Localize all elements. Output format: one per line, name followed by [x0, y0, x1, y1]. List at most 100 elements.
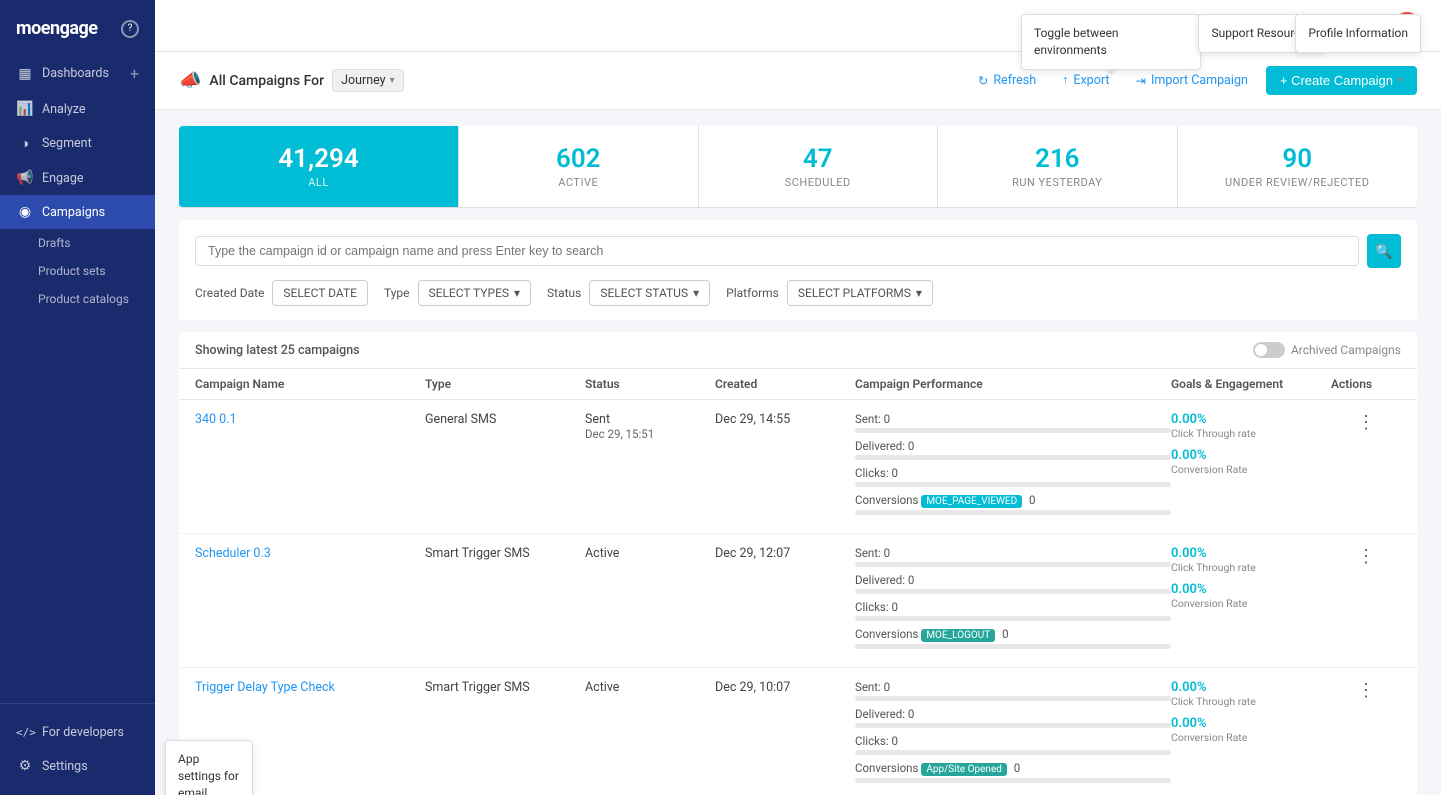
perf-clicks-1: Clicks: 0 — [855, 600, 1171, 621]
sidebar-item-analyze[interactable]: 📊 Analyze — [0, 92, 155, 126]
stat-run-yesterday-number: 216 — [958, 144, 1157, 174]
refresh-button[interactable]: ↻ Refresh — [970, 68, 1044, 94]
stat-all[interactable]: 41,294 ALL — [179, 126, 459, 207]
campaign-perf-0: Sent: 0 Delivered: 0 Clicks: 0 — [855, 412, 1171, 521]
goal-conv-2: 0.00% — [1171, 716, 1331, 731]
actions-menu-2[interactable]: ⋮ — [1331, 680, 1401, 701]
campaign-status-2: Active — [585, 680, 715, 695]
campaign-goals-2: 0.00% Click Through rate 0.00% Conversio… — [1171, 680, 1331, 744]
sidebar-item-segment-label: Segment — [42, 136, 92, 151]
refresh-label: Refresh — [993, 73, 1036, 88]
sidebar-item-engage-label: Engage — [42, 171, 83, 186]
sidebar-item-product-catalogs[interactable]: Product catalogs — [38, 285, 155, 313]
campaign-status-sub-0: Dec 29, 15:51 — [585, 427, 715, 441]
campaign-name-0[interactable]: 340 0.1 — [195, 412, 237, 427]
sidebar-item-campaigns[interactable]: ◉ Campaigns — [0, 195, 155, 229]
goal-ctr-label-1: Click Through rate — [1171, 561, 1331, 574]
sidebar-item-engage[interactable]: 📢 Engage — [0, 161, 155, 195]
goal-ctr-0: 0.00% — [1171, 412, 1331, 427]
conv-tag-0: MOE_PAGE_VIEWED — [921, 495, 1022, 508]
archived-toggle[interactable]: Archived Campaigns — [1253, 342, 1401, 358]
topnav: Toggle between environments Support Reso… — [155, 0, 1441, 52]
table-showing-text: Showing latest 25 campaigns — [195, 343, 360, 358]
search-input[interactable] — [195, 236, 1359, 266]
th-type: Type — [425, 377, 585, 391]
export-icon: ↑ — [1062, 73, 1068, 88]
stat-active[interactable]: 602 ACTIVE — [459, 126, 699, 207]
perf-sent-0: Sent: 0 — [855, 412, 1171, 433]
campaign-created-1: Dec 29, 12:07 — [715, 546, 855, 561]
table-row-1: Scheduler 0.3 Smart Trigger SMS Active D… — [179, 534, 1417, 667]
analyze-icon: 📊 — [16, 101, 34, 117]
filter-type-select[interactable]: SELECT TYPES ▾ — [418, 280, 532, 306]
sidebar-item-product-sets[interactable]: Product sets — [38, 257, 155, 285]
campaign-actions: ↻ Refresh ↑ Export ⇥ Import Campaign + C… — [970, 66, 1417, 95]
th-status: Status — [585, 377, 715, 391]
stat-all-number: 41,294 — [199, 144, 438, 174]
stat-under-review-number: 90 — [1198, 144, 1398, 174]
import-label: Import Campaign — [1151, 73, 1248, 88]
filter-date-group: Created Date SELECT DATE — [195, 280, 368, 306]
goal-conv-0: 0.00% — [1171, 448, 1331, 463]
actions-menu-1[interactable]: ⋮ — [1331, 546, 1401, 567]
create-campaign-button[interactable]: + Create Campaign ▾ — [1266, 66, 1417, 95]
perf-delivered-0: Delivered: 0 — [855, 439, 1171, 460]
campaign-title: All Campaigns For — [209, 73, 324, 89]
filter-platform-select[interactable]: SELECT PLATFORMS ▾ — [787, 280, 933, 306]
sidebar-item-dashboards[interactable]: ▦ Dashboards + — [0, 55, 155, 92]
filter-type-chevron: ▾ — [514, 286, 520, 300]
sidebar-item-drafts[interactable]: Drafts — [38, 229, 155, 257]
th-created: Created — [715, 377, 855, 391]
workspace-badge-label: Journey — [341, 73, 386, 88]
stat-run-yesterday-label: RUN YESTERDAY — [958, 176, 1157, 189]
sidebar-item-developers-label: For developers — [42, 725, 124, 740]
stat-scheduled[interactable]: 47 SCHEDULED — [699, 126, 939, 207]
dashboards-add-icon[interactable]: + — [130, 64, 139, 83]
sidebar-item-analyze-label: Analyze — [42, 102, 86, 117]
callout-settings: App settings for email, push, analytics … — [165, 740, 253, 795]
workspace-badge-chevron: ▾ — [390, 75, 395, 86]
campaign-perf-1: Sent: 0 Delivered: 0 Clicks: 0 — [855, 546, 1171, 655]
stats-bar: 41,294 ALL 602 ACTIVE 47 SCHEDULED 216 R… — [179, 126, 1417, 208]
campaign-header: 📣 All Campaigns For Journey ▾ ↻ Refresh … — [155, 52, 1441, 110]
th-goals: Goals & Engagement — [1171, 377, 1331, 391]
stat-under-review-label: UNDER REVIEW/REJECTED — [1198, 176, 1398, 189]
developers-icon: </> — [16, 726, 34, 739]
conv-tag-1: MOE_LOGOUT — [921, 629, 995, 642]
content-area: 📣 All Campaigns For Journey ▾ ↻ Refresh … — [155, 52, 1441, 795]
megaphone-icon: 📣 — [179, 70, 201, 91]
actions-menu-0[interactable]: ⋮ — [1331, 412, 1401, 433]
goal-conv-label-0: Conversion Rate — [1171, 463, 1331, 476]
campaign-goals-0: 0.00% Click Through rate 0.00% Conversio… — [1171, 412, 1331, 476]
goal-conv-label-1: Conversion Rate — [1171, 597, 1331, 610]
archived-toggle-switch[interactable] — [1253, 342, 1285, 358]
sidebar-footer: </> For developers ⚙ Settings — [0, 703, 155, 795]
import-button[interactable]: ⇥ Import Campaign — [1127, 68, 1255, 94]
campaign-created-0: Dec 29, 14:55 — [715, 412, 855, 427]
campaign-name-1[interactable]: Scheduler 0.3 — [195, 546, 271, 561]
campaign-name-2[interactable]: Trigger Delay Type Check — [195, 680, 335, 695]
filter-date-select[interactable]: SELECT DATE — [272, 280, 368, 306]
search-icon: 🔍 — [1375, 243, 1392, 260]
sidebar-item-settings[interactable]: ⚙ Settings — [0, 749, 155, 783]
campaign-type-1: Smart Trigger SMS — [425, 546, 585, 561]
settings-icon: ⚙ — [16, 758, 34, 774]
dashboards-icon: ▦ — [16, 66, 34, 82]
sidebar-item-developers[interactable]: </> For developers — [0, 716, 155, 749]
campaign-goals-1: 0.00% Click Through rate 0.00% Conversio… — [1171, 546, 1331, 610]
table-header: Campaign Name Type Status Created Campai… — [179, 368, 1417, 400]
search-button[interactable]: 🔍 — [1367, 234, 1401, 268]
logo-help-icon[interactable]: ? — [121, 20, 139, 38]
campaigns-icon: ◉ — [16, 204, 34, 220]
stat-run-yesterday[interactable]: 216 RUN YESTERDAY — [938, 126, 1178, 207]
sidebar-nav: ▦ Dashboards + 📊 Analyze ◑ Segment 📢 Eng… — [0, 51, 155, 703]
sidebar-item-dashboards-label: Dashboards — [42, 66, 109, 81]
th-perf: Campaign Performance — [855, 377, 1171, 391]
import-icon: ⇥ — [1135, 73, 1145, 89]
sidebar-item-segment[interactable]: ◑ Segment — [0, 126, 155, 161]
stat-under-review[interactable]: 90 UNDER REVIEW/REJECTED — [1178, 126, 1418, 207]
workspace-badge[interactable]: Journey ▾ — [332, 69, 404, 92]
filter-status-select[interactable]: SELECT STATUS ▾ — [589, 280, 710, 306]
refresh-icon: ↻ — [978, 73, 988, 89]
stat-scheduled-label: SCHEDULED — [719, 176, 918, 189]
